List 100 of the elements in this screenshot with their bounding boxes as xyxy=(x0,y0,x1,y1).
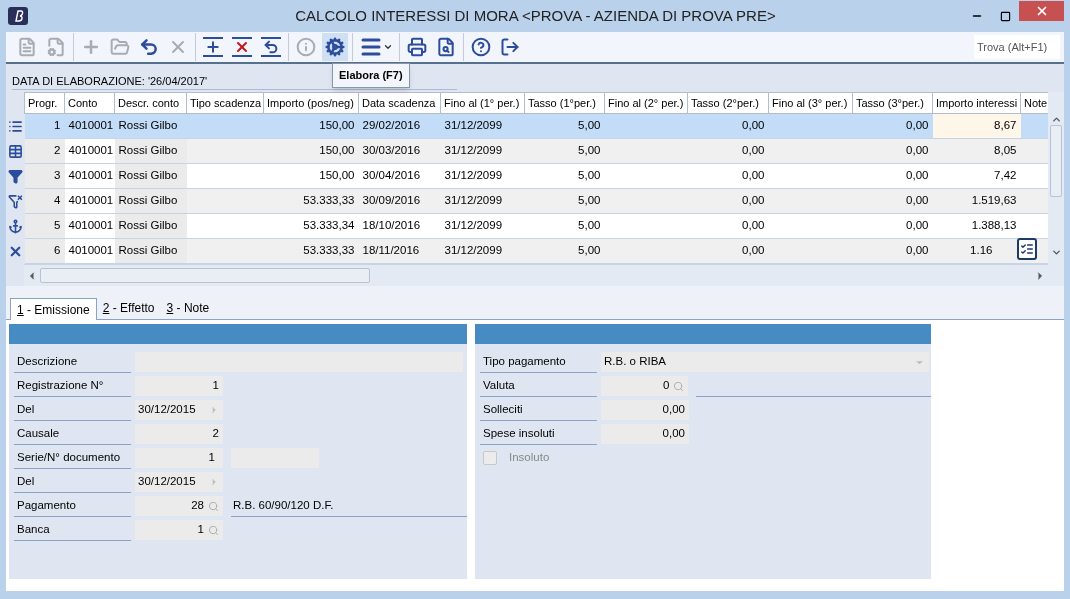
table-cell: 4010001 xyxy=(68,194,114,207)
table-icon[interactable] xyxy=(7,144,23,159)
table-cell: Rossi Gilbo xyxy=(118,194,178,207)
table-cell: 5,00 xyxy=(578,219,601,232)
field-label: Descrizione xyxy=(14,351,131,373)
table-cell: 4 xyxy=(54,194,61,207)
lookup-field[interactable]: 0 xyxy=(601,376,689,396)
row-details-icon[interactable] xyxy=(1017,238,1037,260)
printer-icon xyxy=(407,37,427,57)
field-label: Solleciti xyxy=(480,399,597,421)
table-cell: 31/12/2099 xyxy=(444,144,503,157)
number-field[interactable]: 1 xyxy=(135,376,223,396)
horizontal-scrollbar-thumb[interactable] xyxy=(40,268,370,283)
tab[interactable]: 2 - Effetto xyxy=(96,297,161,319)
table-cell: 53.333,33 xyxy=(303,194,355,207)
table-cell: 18/11/2016 xyxy=(362,244,420,257)
table-cell: 150,00 xyxy=(319,119,355,132)
scroll-down-icon[interactable] xyxy=(1050,247,1062,258)
table-cell: 1 xyxy=(54,119,61,132)
table-row[interactable]: 4 4010001 Rossi Gilbo 53.333,33 30/09/2016 31/12/2099 5,00 0,00 0,00 1.519,63 xyxy=(24,188,1048,214)
lookup-field[interactable]: 1 xyxy=(135,520,223,540)
table-cell: 0,00 xyxy=(906,169,929,182)
field-label: Serie/N° documento xyxy=(14,447,131,469)
table-cell: 2 xyxy=(54,144,61,157)
table-cell: 31/12/2099 xyxy=(444,219,503,232)
table-cell: 31/12/2099 xyxy=(444,244,503,257)
table-cell: 3 xyxy=(54,169,61,182)
table-cell: 0,00 xyxy=(742,144,765,157)
table-cell: 0,00 xyxy=(906,244,929,257)
revert-row-icon xyxy=(260,37,282,57)
gears-icon xyxy=(325,37,345,57)
filter-icon[interactable] xyxy=(7,169,23,184)
table-cell: 4010001 xyxy=(68,219,114,232)
info-icon xyxy=(296,37,316,57)
select-field[interactable]: R.B. o RIBA xyxy=(601,352,929,372)
lookup-field[interactable]: 28 xyxy=(135,496,223,516)
table-cell: 0,00 xyxy=(742,194,765,207)
number-field[interactable]: 0,00 xyxy=(601,400,689,420)
anchor-icon[interactable] xyxy=(7,219,23,234)
table-cell: 150,00 xyxy=(319,169,355,182)
table-cell: 0,00 xyxy=(906,194,929,207)
delete-row-icon xyxy=(231,37,253,57)
table-cell: 5,00 xyxy=(578,194,601,207)
table-row[interactable]: 2 4010001 Rossi Gilbo 150,00 30/03/2016 31/12/2099 5,00 0,00 0,00 8,05 xyxy=(24,138,1048,164)
table-cell: 1.16 xyxy=(970,244,993,257)
field-label: Pagamento xyxy=(14,495,131,517)
list-icon[interactable] xyxy=(7,119,23,134)
help-icon xyxy=(471,37,491,57)
undo-icon xyxy=(139,37,159,57)
table-cell: 18/10/2016 xyxy=(362,219,421,232)
table-cell: 8,67 xyxy=(994,119,1017,132)
filter-remove-icon[interactable] xyxy=(7,194,23,209)
table-cell: 30/09/2016 xyxy=(362,194,421,207)
tab[interactable]: 3 - Note xyxy=(160,297,216,319)
checkbox-label: Insoluto xyxy=(509,450,550,466)
table-cell: Rossi Gilbo xyxy=(118,219,178,232)
table-cell: 150,00 xyxy=(319,144,355,157)
table-cell: 31/12/2099 xyxy=(444,194,503,207)
tooltip: Elabora (F7) xyxy=(332,63,410,88)
table-cell: 0,00 xyxy=(742,219,765,232)
search-field[interactable]: Trova (Alt+F1) xyxy=(974,35,1060,59)
table-cell: 30/03/2016 xyxy=(362,144,421,157)
tab[interactable]: 1 - Emissione xyxy=(10,298,97,320)
table-cell: 4010001 xyxy=(68,119,114,132)
table-cell: 53.333,34 xyxy=(303,219,355,232)
table-row[interactable]: 3 4010001 Rossi Gilbo 150,00 30/04/2016 31/12/2099 5,00 0,00 0,00 7,42 xyxy=(24,163,1048,189)
number-field[interactable]: 0,00 xyxy=(601,424,689,444)
field-label: Causale xyxy=(14,423,131,445)
document-icon xyxy=(17,37,37,57)
table-cell: 4010001 xyxy=(68,244,114,257)
table-cell: 0,00 xyxy=(742,244,765,257)
number-field[interactable]: 1 xyxy=(135,448,223,468)
table-cell: 4010001 xyxy=(68,169,114,182)
insert-row-icon xyxy=(202,37,224,57)
table-cell: Rossi Gilbo xyxy=(118,119,178,132)
toolbar-button[interactable] xyxy=(322,33,348,61)
number-field[interactable]: 2 xyxy=(135,424,223,444)
field-label: Banca xyxy=(14,519,131,541)
field-label: Tipo pagamento xyxy=(480,351,597,373)
table-row[interactable]: 6 4010001 Rossi Gilbo 53.333,33 18/11/2016 31/12/2099 5,00 0,00 0,00 1.16 xyxy=(24,238,1048,264)
field-label: Registrazione N° xyxy=(14,375,131,397)
table-row[interactable]: 5 4010001 Rossi Gilbo 53.333,34 18/10/2016 31/12/2099 5,00 0,00 0,00 1.388,13 xyxy=(24,213,1048,239)
exit-icon xyxy=(500,37,520,57)
table-cell: 30/04/2016 xyxy=(362,169,421,182)
vertical-scrollbar-thumb[interactable] xyxy=(1050,125,1062,197)
table-cell: 1.519,63 xyxy=(971,194,1017,207)
table-cell: 8,05 xyxy=(994,144,1017,157)
table-cell: Rossi Gilbo xyxy=(118,244,178,257)
table-cell: 31/12/2099 xyxy=(444,119,503,132)
table-cell: 5,00 xyxy=(578,169,601,182)
table-cell: 0,00 xyxy=(906,144,929,157)
table-cell: 53.333,33 xyxy=(303,244,355,257)
plus-icon xyxy=(81,37,101,57)
table-row[interactable]: 1 4010001 Rossi Gilbo 150,00 29/02/2016 31/12/2099 5,00 0,00 0,00 8,67 xyxy=(24,113,1048,139)
scroll-up-icon[interactable] xyxy=(1050,114,1062,125)
field-label: Spese insoluti xyxy=(480,423,597,445)
field-label: Del xyxy=(14,471,131,493)
date-field[interactable]: 30/12/2015 xyxy=(135,400,223,420)
date-field[interactable]: 30/12/2015 xyxy=(135,472,223,492)
table-cell: 5,00 xyxy=(578,119,601,132)
